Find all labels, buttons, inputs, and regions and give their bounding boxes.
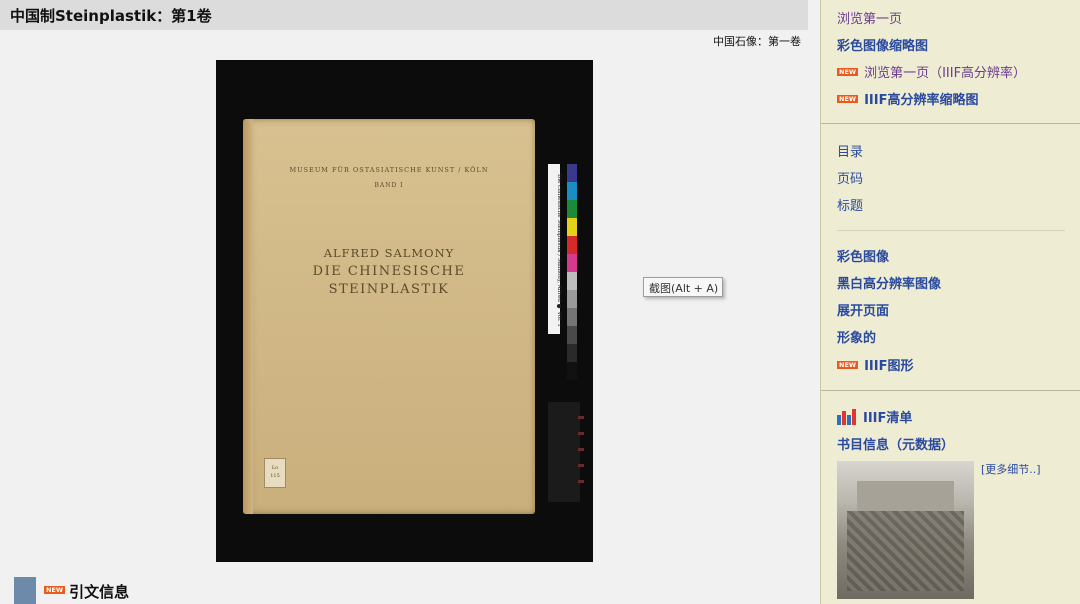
ruler-mark: [578, 464, 584, 467]
color-swatch: [567, 200, 577, 218]
figurative-link[interactable]: 形象的: [837, 327, 876, 346]
color-thumbnails-label: 彩色图像缩略图: [837, 39, 929, 54]
color-swatch: [567, 290, 577, 308]
browse-first-page-iiif-link[interactable]: NEW 浏览第一页（IIIF高分辨率）: [837, 62, 1026, 81]
book-spine: [243, 119, 253, 514]
page-title: 中国制Steinplastik：第1卷: [0, 0, 808, 30]
color-thumbnails-link[interactable]: 彩色图像缩略图: [837, 35, 928, 54]
color-swatch: [567, 182, 577, 200]
library-label: Lo 115: [264, 458, 286, 488]
color-swatch: [567, 218, 577, 236]
color-swatch: [567, 326, 577, 344]
bw-highres-images-link[interactable]: 黑白高分辨率图像: [837, 273, 941, 292]
book-cover: [243, 119, 535, 514]
color-swatch: [567, 254, 577, 272]
browse-first-page-label: 浏览第一页: [837, 12, 903, 27]
ruler-mark: [578, 448, 584, 451]
color-calibration-chart: [567, 164, 577, 390]
cover-museum-text: MUSEUM FÜR OSTASIATISCHE KUNST / KÖLN: [289, 166, 489, 174]
main-content: 中国制Steinplastik：第1卷 中国石像：第一卷 MUSEUM FÜR …: [0, 0, 820, 604]
iiif-manifest-link[interactable]: IIIF清单: [837, 407, 912, 426]
color-swatch: [567, 362, 577, 380]
headings-label: 标题: [837, 199, 864, 214]
new-badge-icon: NEW: [837, 67, 859, 76]
color-images-label: 彩色图像: [837, 250, 890, 265]
sidebar: 浏览第一页 彩色图像缩略图 NEW 浏览第一页（IIIF高分辨率） NEW II…: [820, 0, 1080, 604]
book-image-viewer[interactable]: MUSEUM FÜR OSTASIATISCHE KUNST / KÖLN BA…: [216, 60, 593, 562]
color-swatch: [567, 236, 577, 254]
color-swatch: [567, 164, 577, 182]
library-label-line1: Lo: [271, 465, 279, 471]
screenshot-tooltip: 截图(Alt + A): [643, 277, 723, 297]
cover-title-line1: DIE CHINESISCHE: [312, 264, 466, 279]
ruler-text: Die chinesische Steinplastik / Salmony, …: [556, 174, 562, 327]
citation-label: 引文信息: [69, 583, 130, 601]
new-badge-icon: NEW: [837, 360, 859, 369]
browse-first-page-iiif-label: 浏览第一页（IIIF高分辨率）: [864, 66, 1027, 81]
sidebar-divider: [837, 230, 1065, 231]
iiif-graphics-link[interactable]: NEW IIIF图形: [837, 355, 913, 374]
library-label-line2: 115: [270, 473, 280, 479]
sidebar-divider: [821, 390, 1080, 391]
bibliographic-info-label: 书目信息（元数据）: [837, 438, 955, 453]
bibliographic-info-link[interactable]: 书目信息（元数据）: [837, 434, 954, 453]
table-of-contents-label: 目录: [837, 145, 864, 160]
sidebar-divider: [821, 123, 1080, 124]
browse-first-page-link[interactable]: 浏览第一页: [837, 8, 902, 27]
page-subtitle: 中国石像：第一卷: [713, 35, 801, 48]
color-images-link[interactable]: 彩色图像: [837, 246, 889, 265]
spread-pages-link[interactable]: 展开页面: [837, 300, 889, 319]
thumbnail-sculpture-top: [857, 481, 954, 511]
ruler-mark: [578, 416, 584, 419]
ruler-mark: [578, 480, 584, 483]
iiif-manifest-label: IIIF清单: [863, 411, 913, 426]
iiif-logo-icon: [837, 408, 857, 425]
citation-heading[interactable]: NEW 引文信息: [44, 581, 129, 602]
color-swatch: [567, 308, 577, 326]
iiif-thumbnails-link[interactable]: NEW IIIF高分辨率缩略图: [837, 89, 978, 108]
cover-author-text: ALFRED SALMONY: [323, 246, 455, 260]
cover-volume-text: BAND I: [374, 182, 404, 189]
page-numbers-link[interactable]: 页码: [837, 168, 863, 187]
page-numbers-label: 页码: [837, 172, 864, 187]
ruler-mark: [578, 432, 584, 435]
bw-highres-images-label: 黑白高分辨率图像: [837, 277, 942, 292]
ruler-scale: [548, 402, 584, 502]
headings-link[interactable]: 标题: [837, 195, 863, 214]
new-badge-icon: NEW: [837, 94, 859, 103]
table-of-contents-link[interactable]: 目录: [837, 141, 863, 160]
new-badge-icon: NEW: [44, 586, 66, 594]
iiif-thumbnails-label: IIIF高分辨率缩略图: [864, 93, 979, 108]
page-title-text: 中国制Steinplastik：第1卷: [10, 7, 212, 25]
iiif-graphics-label: IIIF图形: [864, 359, 914, 374]
color-swatch: [567, 344, 577, 362]
figurative-label: 形象的: [837, 331, 877, 346]
more-details-link[interactable]: [更多细节..]: [981, 461, 1041, 477]
book-thumbnail[interactable]: [837, 461, 974, 599]
spread-pages-label: 展开页面: [837, 304, 890, 319]
citation-marker: [14, 577, 36, 604]
thumbnail-sculpture-base: [847, 511, 964, 591]
color-swatch: [567, 272, 577, 290]
cover-title-line2: STEINPLASTIK: [328, 282, 450, 297]
